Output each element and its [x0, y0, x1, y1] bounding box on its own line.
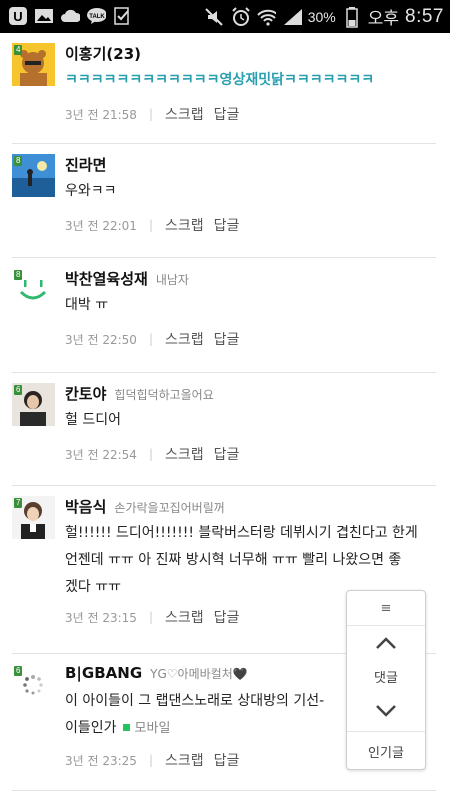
timestamp: 3년 전 22:50	[65, 332, 137, 347]
level-badge: 8	[14, 270, 23, 280]
svg-text:TALK: TALK	[89, 14, 105, 20]
level-badge: 6	[14, 666, 23, 676]
battery-icon	[342, 6, 362, 28]
timestamp: 3년 전 22:01	[65, 218, 137, 233]
avatar[interactable]: 8	[12, 154, 55, 197]
author-status: 손가락을꼬집어버릴꺼	[114, 501, 225, 515]
level-badge: 4	[14, 45, 23, 55]
divider: |	[148, 107, 153, 121]
battery-percent: 30%	[307, 8, 336, 25]
signal-icon	[282, 7, 302, 27]
comment-text-line: 언젠데 ㅠㅠ 아 진짜 방시혁 너무해 ㅠㅠ 빨리 나왔으면 좋	[65, 552, 402, 568]
author-name[interactable]: 칸토야	[65, 383, 106, 404]
mobile-label: 모바일	[134, 721, 171, 736]
mobile-badge-icon	[122, 724, 130, 731]
divider: |	[148, 332, 153, 346]
scroll-down-icon[interactable]	[374, 703, 398, 723]
comment-text: 우와ㅋㅋ	[65, 183, 117, 199]
comment-text: ㅋㅋㅋㅋㅋㅋㅋㅋㅋㅋㅋㅋ영상재밋닭ㅋㅋㅋㅋㅋㅋㅋ	[65, 72, 375, 88]
reply-button[interactable]: 답글	[214, 215, 240, 235]
reply-button[interactable]: 답글	[214, 329, 240, 349]
timestamp: 3년 전 23:15	[65, 610, 137, 625]
comment-text: 헐!!!!!! 드디어!!!!!!! 블락버스터랑 데뷔시기 겹친다고 한게 언…	[65, 520, 436, 601]
comment-text: 헐 드디어	[65, 412, 121, 428]
reply-button[interactable]: 답글	[214, 104, 240, 124]
timestamp: 3년 전 23:25	[65, 753, 137, 768]
author-name[interactable]: 이홍기(23)	[65, 43, 141, 64]
popular-posts-button[interactable]: 인기글	[347, 731, 425, 770]
floating-nav: ≡ 댓글 인기글	[346, 590, 426, 770]
divider: |	[148, 447, 153, 461]
level-badge: 7	[14, 498, 23, 508]
system-status: 30% 오후 8:57	[204, 4, 444, 29]
author-status: 힙덕힙덕하고올어요	[114, 388, 214, 402]
comment-item: 8 진라면 우와ㅋㅋ 3년 전 22:01 | 스크랩 답글	[12, 144, 436, 258]
u-app-icon: U	[8, 6, 28, 26]
clock: 8:57	[405, 5, 444, 27]
alarm-icon	[230, 6, 250, 27]
avatar[interactable]: 6	[12, 383, 55, 426]
comment-item: 4 이홍기(23) ㅋㅋㅋㅋㅋㅋㅋㅋㅋㅋㅋㅋ영상재밋닭ㅋㅋㅋㅋㅋㅋㅋ 3년 전 …	[12, 33, 436, 144]
talk-icon: TALK	[86, 6, 106, 26]
level-badge: 6	[14, 385, 23, 395]
comments-label[interactable]: 댓글	[347, 667, 425, 686]
image-icon	[34, 6, 54, 26]
wifi-icon	[256, 7, 276, 27]
divider: |	[148, 610, 153, 624]
level-badge: 8	[14, 156, 23, 166]
author-status: 내남자	[155, 273, 189, 287]
avatar[interactable]: 7	[12, 496, 55, 539]
scrap-button[interactable]: 스크랩	[165, 750, 204, 770]
cloud-icon	[60, 6, 80, 26]
avatar[interactable]: 6	[12, 664, 55, 707]
comment-text: 대박 ㅠ	[65, 297, 109, 313]
scrap-button[interactable]: 스크랩	[165, 104, 204, 124]
comment-item: 8 박찬열육성재 내남자 대박 ㅠ 3년 전 22:50 | 스크랩 답글	[12, 258, 436, 373]
divider: |	[148, 218, 153, 232]
ampm: 오후	[367, 9, 400, 28]
scrap-button[interactable]: 스크랩	[165, 215, 204, 235]
status-bar: U TALK 30% 오후 8:57	[0, 0, 450, 33]
comment-item: 6 칸토야 힙덕힙덕하고올어요 헐 드디어 3년 전 22:54 | 스크랩 답…	[12, 373, 436, 486]
comment-text-line: 헐!!!!!! 드디어!!!!!!! 블락버스터랑 데뷔시기 겹친다고 한게	[65, 525, 418, 541]
scrap-button[interactable]: 스크랩	[165, 607, 204, 627]
author-name[interactable]: 박찬열육성재	[65, 268, 148, 289]
author-status: YG♡아메바컬처🖤	[150, 667, 248, 681]
mute-icon	[204, 7, 224, 27]
avatar[interactable]: 4	[12, 43, 55, 86]
timestamp: 3년 전 22:54	[65, 447, 137, 462]
reply-button[interactable]: 답글	[214, 750, 240, 770]
author-name[interactable]: 박음식	[65, 496, 106, 517]
scrap-button[interactable]: 스크랩	[165, 329, 204, 349]
reply-button[interactable]: 답글	[214, 444, 240, 464]
avatar[interactable]: 8	[12, 268, 55, 311]
author-name[interactable]: B|GBANG	[65, 664, 142, 682]
menu-icon[interactable]: ≡	[347, 591, 425, 626]
notification-icons: U TALK	[8, 6, 132, 26]
author-name[interactable]: 진라면	[65, 154, 106, 175]
timestamp: 3년 전 21:58	[65, 107, 137, 122]
checklist-icon	[112, 6, 132, 26]
scrap-button[interactable]: 스크랩	[165, 444, 204, 464]
divider: |	[148, 753, 153, 767]
scroll-up-icon[interactable]	[374, 635, 398, 655]
svg-text:U: U	[13, 9, 22, 24]
reply-button[interactable]: 답글	[214, 607, 240, 627]
